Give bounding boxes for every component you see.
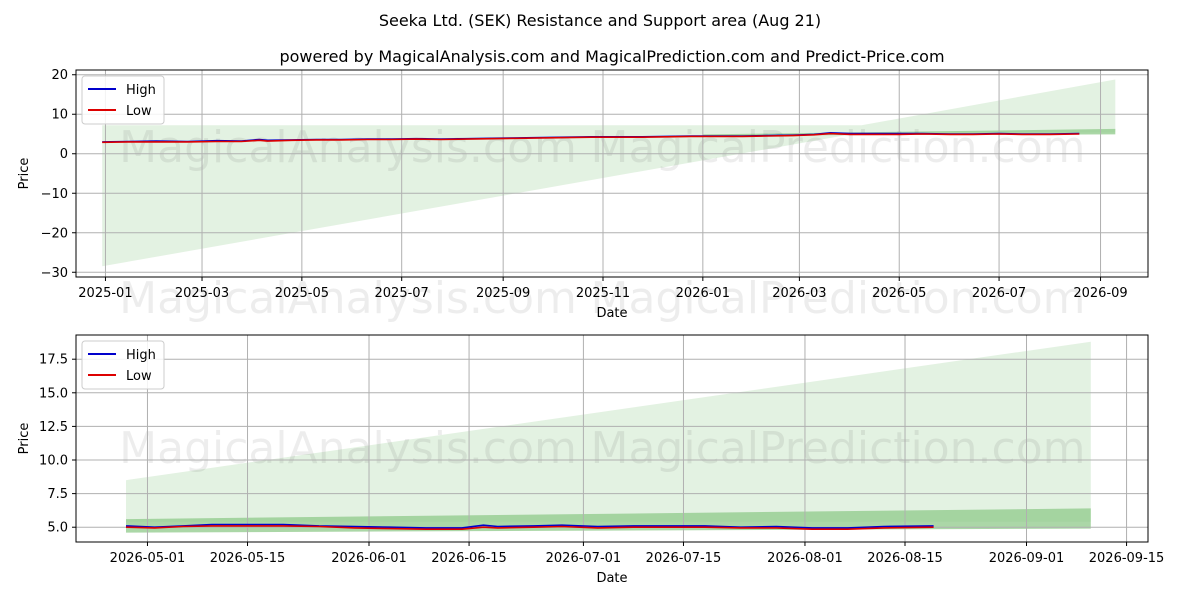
bottom-chart-legend-label-high: High <box>126 348 156 363</box>
top-chart-x-tick-label: 2025-09 <box>476 286 530 301</box>
figure-canvas: Seeka Ltd. (SEK) Resistance and Support … <box>17 11 1165 586</box>
chart-title: Seeka Ltd. (SEK) Resistance and Support … <box>379 11 821 30</box>
bottom-chart-y-tick-label: 5.0 <box>47 521 68 536</box>
bottom-chart-x-tick-label: 2026-05-01 <box>110 551 186 566</box>
top-chart-legend: High Low <box>81 75 165 125</box>
bottom-chart-x-tick-label: 2026-08-15 <box>867 551 943 566</box>
top-chart-x-tick-label: 2025-01 <box>78 286 132 301</box>
top-chart-x-tick-label: 2026-01 <box>676 286 730 301</box>
top-chart-panel: MagicalAnalysis.com MagicalPrediction.co… <box>17 68 1149 324</box>
top-chart-y-axis-title: Price <box>17 158 32 190</box>
bottom-chart-x-axis-title: Date <box>596 571 627 586</box>
bottom-chart-x-tick-label: 2026-09-01 <box>989 551 1065 566</box>
top-chart-watermark-left: MagicalAnalysis.com <box>119 122 577 173</box>
top-chart-x-tick-label: 2025-05 <box>275 286 329 301</box>
bottom-chart-watermark-left: MagicalAnalysis.com <box>119 423 577 474</box>
top-chart-legend-label-high: High <box>126 83 156 98</box>
top-chart-y-tick-label: 0 <box>60 147 68 162</box>
chart-subtitle: powered by MagicalAnalysis.com and Magic… <box>279 47 944 66</box>
top-chart-x-tick-label: 2025-07 <box>375 286 429 301</box>
bottom-chart-legend-label-low: Low <box>126 369 152 384</box>
top-chart-y-tick-label: −20 <box>41 226 68 241</box>
top-chart-y-tick-label: −30 <box>41 266 68 281</box>
bottom-chart-y-tick-label: 7.5 <box>47 487 68 502</box>
bottom-chart-x-tick-label: 2026-05-15 <box>210 551 286 566</box>
bottom-chart-legend: High Low <box>81 340 165 390</box>
bottom-chart-watermark-right: MagicalPrediction.com <box>591 423 1086 474</box>
bottom-chart-y-tick-label: 10.0 <box>39 454 68 469</box>
top-chart-y-tick-label: −10 <box>41 187 68 202</box>
top-chart-x-tick-label: 2025-03 <box>175 286 229 301</box>
bottom-chart-x-tick-label: 2026-09-15 <box>1089 551 1165 566</box>
top-chart-x-tick-label: 2026-07 <box>972 286 1026 301</box>
bottom-chart-x-tick-label: 2026-06-01 <box>331 551 407 566</box>
bottom-chart-y-tick-label: 12.5 <box>39 420 68 435</box>
bottom-chart-x-tick-label: 2026-07-15 <box>646 551 722 566</box>
bottom-chart-x-tick-label: 2026-08-01 <box>767 551 843 566</box>
bottom-chart-y-tick-label: 15.0 <box>39 386 68 401</box>
bottom-chart-y-axis-title: Price <box>17 423 32 455</box>
bottom-chart-x-tick-label: 2026-06-15 <box>431 551 507 566</box>
bottom-chart-panel: MagicalAnalysis.com MagicalPrediction.co… <box>17 334 1165 586</box>
top-chart-x-tick-label: 2026-05 <box>872 286 926 301</box>
top-chart-x-tick-label: 2025-11 <box>576 286 630 301</box>
top-chart-x-tick-label: 2026-09 <box>1073 286 1127 301</box>
top-chart-x-tick-label: 2026-03 <box>772 286 826 301</box>
bottom-chart-x-tick-label: 2026-07-01 <box>546 551 622 566</box>
top-chart-x-axis-title: Date <box>596 306 627 321</box>
bottom-chart-y-tick-label: 17.5 <box>39 353 68 368</box>
top-chart-legend-label-low: Low <box>126 104 152 119</box>
top-chart-watermark-right: MagicalPrediction.com <box>591 122 1086 173</box>
top-chart-y-tick-label: 20 <box>51 68 68 83</box>
top-chart-y-tick-label: 10 <box>51 108 68 123</box>
